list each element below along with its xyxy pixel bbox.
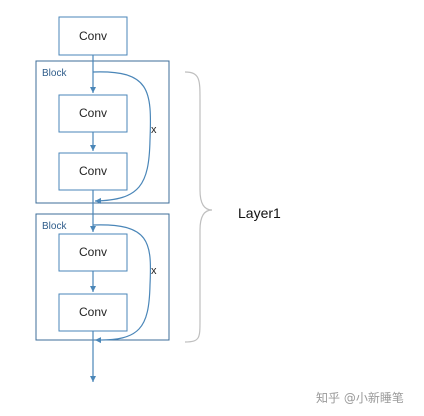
watermark: 知乎 @小新睡笔 xyxy=(316,390,404,405)
block-1-skip-label: x xyxy=(151,124,157,136)
block-1-conv-2: Conv xyxy=(58,152,128,191)
block-2-conv-2: Conv xyxy=(58,293,128,332)
block-1: Block Conv Conv x xyxy=(35,60,170,204)
resnet-layer-diagram: Conv Block Conv Conv x Block Conv Conv x xyxy=(35,16,404,405)
block-2-conv-1-label: Conv xyxy=(79,245,107,259)
layer-brace xyxy=(184,71,213,343)
block-1-conv-2-label: Conv xyxy=(79,164,107,178)
top-conv-label: Conv xyxy=(79,29,107,43)
block-1-conv-1-label: Conv xyxy=(79,106,107,120)
block-1-label: Block xyxy=(42,68,67,79)
top-conv-node: Conv xyxy=(58,16,128,56)
block-2: Block Conv Conv x xyxy=(35,213,170,344)
block-1-conv-1: Conv xyxy=(58,94,128,133)
block-2-conv-2-label: Conv xyxy=(79,305,107,319)
block-2-skip-label: x xyxy=(151,265,157,277)
block-2-conv-1: Conv xyxy=(58,233,128,272)
block-2-label: Block xyxy=(42,221,67,232)
layer-label: Layer1 xyxy=(238,205,281,221)
